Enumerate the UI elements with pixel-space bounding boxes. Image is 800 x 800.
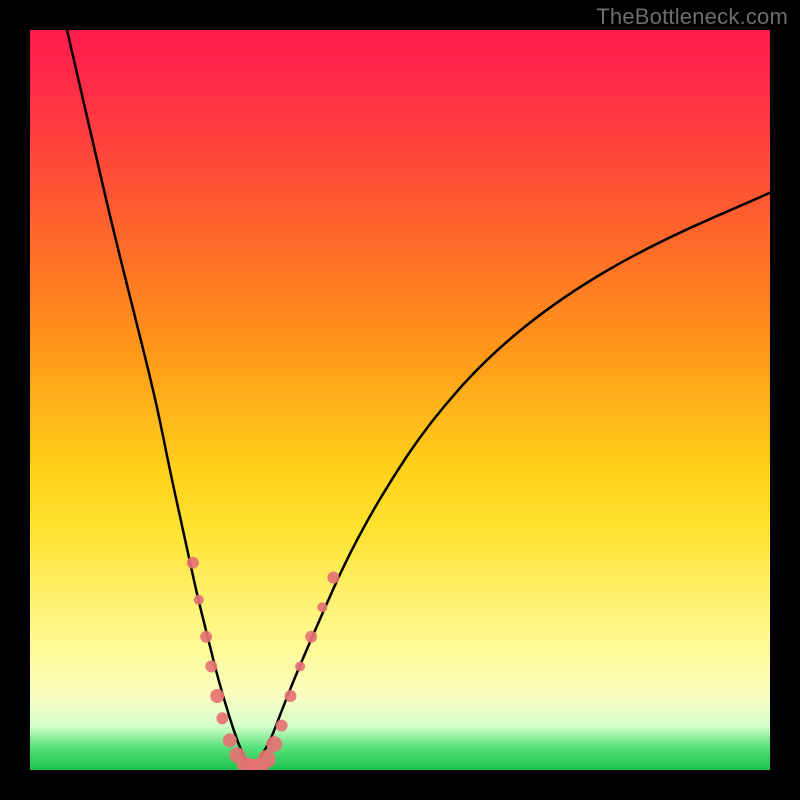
marker-group bbox=[187, 557, 340, 770]
marker-point bbox=[284, 690, 296, 702]
curve-left-curve bbox=[67, 30, 252, 770]
watermark-label: TheBottleneck.com bbox=[596, 4, 788, 30]
marker-point bbox=[187, 557, 199, 569]
chart-svg bbox=[30, 30, 770, 770]
marker-point bbox=[258, 750, 276, 768]
marker-point bbox=[295, 661, 305, 671]
chart-frame: TheBottleneck.com bbox=[0, 0, 800, 800]
marker-point bbox=[200, 631, 212, 643]
marker-point bbox=[266, 736, 282, 752]
curve-group bbox=[67, 30, 770, 770]
marker-point bbox=[205, 660, 217, 672]
curve-right-curve bbox=[252, 193, 770, 770]
marker-point bbox=[276, 720, 288, 732]
marker-point bbox=[216, 712, 228, 724]
marker-point bbox=[327, 572, 339, 584]
marker-point bbox=[317, 602, 327, 612]
plot-area bbox=[30, 30, 770, 770]
marker-point bbox=[194, 595, 204, 605]
marker-point bbox=[210, 689, 224, 703]
marker-point bbox=[223, 733, 237, 747]
marker-point bbox=[305, 631, 317, 643]
